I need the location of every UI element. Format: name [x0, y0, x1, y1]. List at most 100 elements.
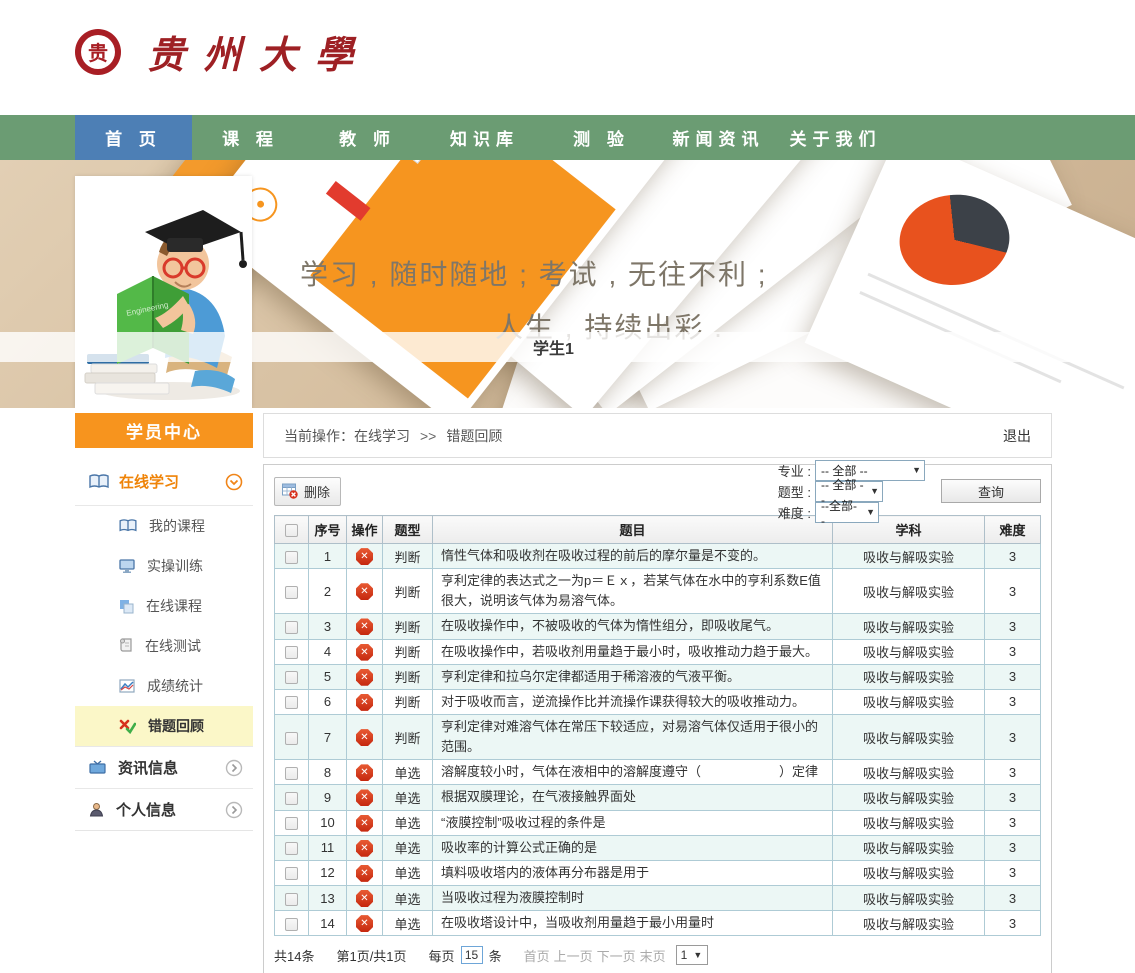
- row-checkbox[interactable]: [285, 867, 298, 880]
- table-row-11: 11✕单选吸收率的计算公式正确的是吸收与解吸实验3: [275, 835, 1041, 860]
- sidebar-subitem-1[interactable]: 实操训练: [75, 546, 253, 586]
- cell-subject: 吸收与解吸实验: [833, 785, 985, 810]
- remove-row-icon[interactable]: ✕: [356, 815, 373, 832]
- cell-qtype: 判断: [383, 689, 433, 714]
- sidebar-subitem-label: 实操训练: [147, 556, 203, 576]
- cell-seq: 4: [309, 639, 347, 664]
- cell-question: 亨利定律的表达式之一为p＝Ｅｘ，若某气体在水中的亨利系数E值很大，说明该气体为易…: [433, 569, 833, 614]
- sidebar-section-1[interactable]: 个人信息: [75, 788, 253, 830]
- remove-row-icon[interactable]: ✕: [356, 789, 373, 806]
- sidebar-subitem-2[interactable]: 在线课程: [75, 586, 253, 626]
- breadcrumb-separator: >>: [420, 428, 436, 444]
- cell-subject: 吸收与解吸实验: [833, 689, 985, 714]
- sidebar-subitem-0[interactable]: 我的课程: [75, 506, 253, 546]
- cell-question: 惰性气体和吸收剂在吸收过程的前后的摩尔量是不变的。: [433, 544, 833, 569]
- cell-question: 对于吸收而言，逆流操作比并流操作课获得较大的吸收推动力。: [433, 689, 833, 714]
- cell-question: 在吸收操作中，若吸收剂用量趋于最小时，吸收推动力趋于最大。: [433, 639, 833, 664]
- remove-row-icon[interactable]: ✕: [356, 669, 373, 686]
- filter-select-value: --全部--: [821, 497, 860, 528]
- remove-row-icon[interactable]: ✕: [356, 548, 373, 565]
- row-checkbox[interactable]: [285, 586, 298, 599]
- remove-row-icon[interactable]: ✕: [356, 915, 373, 932]
- cell-difficulty: 3: [985, 569, 1041, 614]
- cell-question: “液膜控制”吸收过程的条件是: [433, 810, 833, 835]
- nav-item-2[interactable]: 教 师: [309, 115, 426, 160]
- table-row-13: 13✕单选当吸收过程为液膜控制时吸收与解吸实验3: [275, 885, 1041, 910]
- remove-row-icon[interactable]: ✕: [356, 764, 373, 781]
- remove-row-icon[interactable]: ✕: [356, 729, 373, 746]
- remove-row-icon[interactable]: ✕: [356, 618, 373, 635]
- sidebar-subitem-3[interactable]: 在线测试: [75, 626, 253, 666]
- cell-subject: 吸收与解吸实验: [833, 544, 985, 569]
- nav-item-0[interactable]: 首 页: [75, 115, 192, 160]
- page-select-value: 1: [681, 948, 688, 962]
- nav-item-3[interactable]: 知识库: [426, 115, 543, 160]
- logout-link[interactable]: 退出: [1003, 426, 1031, 446]
- caret-down-icon: ▼: [864, 486, 879, 496]
- page-select[interactable]: 1 ▼: [676, 945, 708, 965]
- seal-character: 贵: [81, 35, 115, 69]
- monitor-icon: [119, 559, 135, 574]
- row-checkbox[interactable]: [285, 842, 298, 855]
- remove-row-icon[interactable]: ✕: [356, 840, 373, 857]
- remove-row-icon[interactable]: ✕: [356, 644, 373, 661]
- row-checkbox[interactable]: [285, 792, 298, 805]
- row-checkbox[interactable]: [285, 646, 298, 659]
- nav-item-5[interactable]: 新闻资讯: [660, 115, 777, 160]
- row-checkbox[interactable]: [285, 671, 298, 684]
- pager-link-3[interactable]: 末页: [640, 949, 666, 964]
- sidebar-subitem-4[interactable]: 成绩统计: [75, 666, 253, 706]
- sidebar-item-online-learning[interactable]: 在线学习: [75, 458, 253, 506]
- row-checkbox[interactable]: [285, 551, 298, 564]
- remove-row-icon[interactable]: ✕: [356, 865, 373, 882]
- filter-select-2[interactable]: --全部--▼: [815, 502, 879, 523]
- search-button[interactable]: 查询: [941, 479, 1041, 503]
- nav-item-1[interactable]: 课 程: [192, 115, 309, 160]
- select-all-checkbox[interactable]: [285, 524, 298, 537]
- caret-down-icon: ▼: [906, 465, 921, 475]
- pager-link-1[interactable]: 上一页: [554, 949, 593, 964]
- filter-label: 专业 :: [778, 461, 811, 480]
- cell-subject: 吸收与解吸实验: [833, 835, 985, 860]
- cell-difficulty: 3: [985, 664, 1041, 689]
- sidebar-section-0[interactable]: 资讯信息: [75, 746, 253, 788]
- table-row-14: 14✕单选在吸收塔设计中，当吸收剂用量趋于最小用量时吸收与解吸实验3: [275, 911, 1041, 936]
- chevron-down-circle-icon[interactable]: [225, 473, 243, 491]
- column-header: 题型: [383, 516, 433, 544]
- toolbar: 删除 专业 :-- 全部 --▼题型 :-- 全部 --▼难度 :--全部--▼…: [274, 473, 1041, 509]
- nav-item-4[interactable]: 测 验: [543, 115, 660, 160]
- remove-row-icon[interactable]: ✕: [356, 583, 373, 600]
- row-checkbox[interactable]: [285, 767, 298, 780]
- remove-row-icon[interactable]: ✕: [356, 694, 373, 711]
- chevron-right-circle-icon[interactable]: [225, 801, 243, 819]
- pager-link-0[interactable]: 首页: [524, 949, 550, 964]
- cell-question: 亨利定律和拉乌尔定律都适用于稀溶液的气液平衡。: [433, 664, 833, 689]
- cell-seq: 11: [309, 835, 347, 860]
- cell-seq: 6: [309, 689, 347, 714]
- sidebar-subitem-5[interactable]: 错题回顾: [75, 706, 253, 746]
- row-checkbox[interactable]: [285, 696, 298, 709]
- delete-button[interactable]: 删除: [274, 477, 341, 506]
- tv-icon: [89, 760, 106, 775]
- remove-row-icon[interactable]: ✕: [356, 890, 373, 907]
- breadcrumb-current: 错题回顾: [446, 426, 502, 446]
- student-avatar-card: Engineering: [75, 176, 252, 408]
- nav-item-6[interactable]: 关于我们: [777, 115, 894, 160]
- row-checkbox[interactable]: [285, 817, 298, 830]
- per-page-input[interactable]: [461, 946, 483, 964]
- row-checkbox[interactable]: [285, 621, 298, 634]
- university-logo[interactable]: 贵 贵州大學: [75, 24, 371, 79]
- cell-seq: 1: [309, 544, 347, 569]
- chevron-right-circle-icon[interactable]: [225, 759, 243, 777]
- cell-difficulty: 3: [985, 614, 1041, 639]
- cell-question: 吸收率的计算公式正确的是: [433, 835, 833, 860]
- pager-link-2[interactable]: 下一页: [597, 949, 636, 964]
- row-checkbox[interactable]: [285, 918, 298, 931]
- column-header: 难度: [985, 516, 1041, 544]
- pagination-bar: 共14条 第1页/共1页 每页 条 首页上一页下一页末页 1 ▼: [274, 940, 1041, 970]
- cell-difficulty: 3: [985, 544, 1041, 569]
- row-checkbox[interactable]: [285, 732, 298, 745]
- caret-down-icon: ▼: [860, 507, 875, 517]
- cell-difficulty: 3: [985, 785, 1041, 810]
- row-checkbox[interactable]: [285, 893, 298, 906]
